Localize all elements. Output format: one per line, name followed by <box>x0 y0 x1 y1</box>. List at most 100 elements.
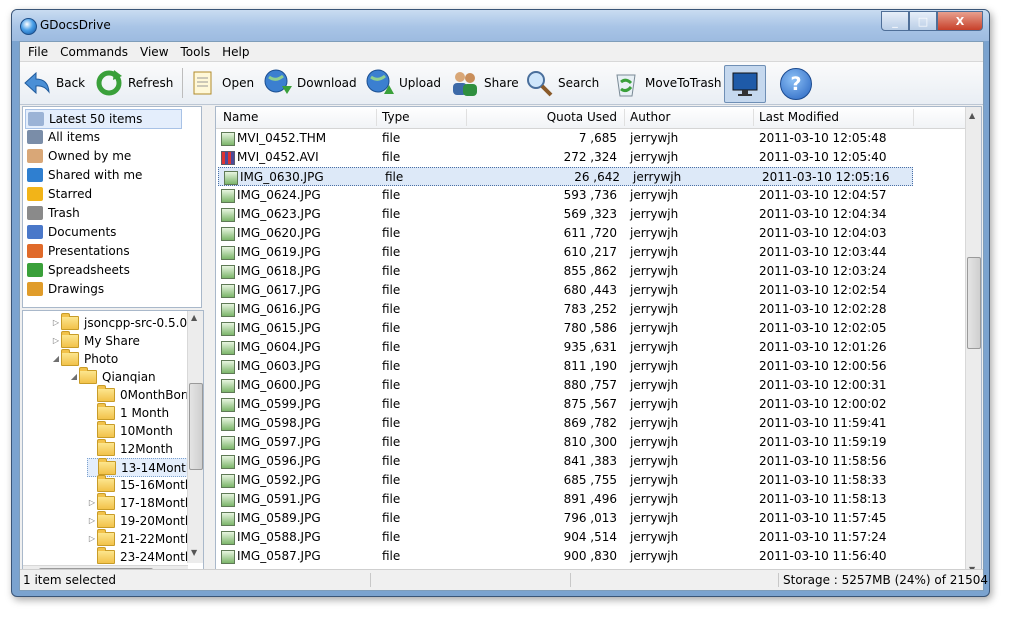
column-divider[interactable] <box>466 109 467 126</box>
tree-item[interactable]: 1 Month <box>87 402 169 421</box>
nav-item-label: Drawings <box>48 282 105 296</box>
expand-arrow-icon[interactable]: ◢ <box>51 354 61 363</box>
nav-item[interactable]: Latest 50 items <box>25 109 182 129</box>
view-toggle-button[interactable] <box>724 65 766 103</box>
file-row[interactable]: IMG_0618.JPG file 855 ,862 jerrywjh 2011-03-… <box>216 262 966 281</box>
nav-item[interactable]: Starred <box>25 185 180 203</box>
image-file-icon <box>221 322 235 336</box>
folder-icon <box>61 348 79 366</box>
expand-arrow-icon[interactable]: ◢ <box>69 372 79 381</box>
column-header-author[interactable]: Author <box>630 110 670 124</box>
file-row[interactable]: IMG_0599.JPG file 875 ,567 jerrywjh 2011-03-… <box>216 395 966 414</box>
window-title: GDocsDrive <box>40 18 111 32</box>
file-author: jerrywjh <box>630 188 679 202</box>
tree-item[interactable]: ◢ Qianqian <box>69 366 156 385</box>
menu-tools[interactable]: Tools <box>175 45 217 59</box>
tree-item-label: 19-20Month <box>120 513 193 528</box>
tree-item[interactable]: 15-16Month <box>87 474 192 493</box>
file-type: file <box>382 264 401 278</box>
list-scroll-thumb[interactable] <box>967 257 981 349</box>
tree-vertical-scrollbar[interactable]: ▲ ▼ <box>187 311 203 563</box>
search-button[interactable]: Search <box>524 66 599 100</box>
file-row[interactable]: IMG_0597.JPG file 810 ,300 jerrywjh 2011-03-… <box>216 433 966 452</box>
scroll-up-arrow-icon[interactable]: ▲ <box>969 111 975 120</box>
menu-view[interactable]: View <box>134 45 174 59</box>
column-divider[interactable] <box>913 109 914 126</box>
close-button[interactable]: X <box>937 11 983 31</box>
tree-item[interactable]: ▷ jsoncpp-src-0.5.0 <box>51 312 187 331</box>
minimize-button[interactable]: _ <box>881 11 909 31</box>
category-panel: Latest 50 items All items Owned by me Share… <box>22 106 202 308</box>
open-button[interactable]: Open <box>188 66 254 100</box>
nav-item[interactable]: Owned by me <box>25 147 180 165</box>
file-row[interactable]: IMG_0598.JPG file 869 ,782 jerrywjh 2011-03-… <box>216 414 966 433</box>
file-row[interactable]: IMG_0604.JPG file 935 ,631 jerrywjh 2011-03-… <box>216 338 966 357</box>
file-row[interactable]: MVI_0452.THM file 7 ,685 jerrywjh 2011-03-10… <box>216 129 966 148</box>
column-header-modified[interactable]: Last Modified <box>759 110 839 124</box>
expand-arrow-icon[interactable]: ▷ <box>87 534 97 543</box>
tree-item[interactable]: 12Month <box>87 438 173 457</box>
tree-item[interactable]: 10Month <box>87 420 173 439</box>
tree-item[interactable]: 23-24Month <box>87 546 192 565</box>
tree-item[interactable]: ▷ 19-20Month <box>87 510 193 529</box>
file-row[interactable]: IMG_0587.JPG file 900 ,830 jerrywjh 2011-03-… <box>216 547 966 566</box>
column-divider[interactable] <box>753 109 754 126</box>
file-row[interactable]: MVI_0452.AVI file 272 ,324 jerrywjh 2011-03-… <box>216 148 966 167</box>
column-header-type[interactable]: Type <box>382 110 410 124</box>
menu-commands[interactable]: Commands <box>54 45 134 59</box>
menu-file[interactable]: File <box>22 45 54 59</box>
refresh-button[interactable]: Refresh <box>94 66 173 100</box>
column-header-quota[interactable]: Quota Used <box>516 110 617 124</box>
download-button[interactable]: Download <box>263 66 357 100</box>
expand-arrow-icon[interactable]: ▷ <box>51 318 61 327</box>
file-modified: 2011-03-10 11:56:40 <box>759 549 887 563</box>
file-row[interactable]: IMG_0620.JPG file 611 ,720 jerrywjh 2011-03-… <box>216 224 966 243</box>
expand-arrow-icon[interactable]: ▷ <box>87 516 97 525</box>
tree-item[interactable]: 0MonthBorn <box>87 384 193 403</box>
column-header-name[interactable]: Name <box>223 110 258 124</box>
file-author: jerrywjh <box>630 511 679 525</box>
back-button[interactable]: Back <box>22 66 85 100</box>
nav-item[interactable]: Trash <box>25 204 180 222</box>
help-icon[interactable]: ? <box>780 68 812 100</box>
file-quota: 841 ,383 <box>563 454 617 468</box>
file-row[interactable]: IMG_0596.JPG file 841 ,383 jerrywjh 2011-03-… <box>216 452 966 471</box>
folder-icon <box>61 312 79 330</box>
file-row[interactable]: IMG_0619.JPG file 610 ,217 jerrywjh 2011-03-… <box>216 243 966 262</box>
file-row[interactable]: IMG_0588.JPG file 904 ,514 jerrywjh 2011-03-… <box>216 528 966 547</box>
file-row[interactable]: IMG_0600.JPG file 880 ,757 jerrywjh 2011-03-… <box>216 376 966 395</box>
list-vertical-scrollbar[interactable]: ▲ ▼ <box>965 107 981 581</box>
file-row[interactable]: IMG_0603.JPG file 811 ,190 jerrywjh 2011-03-… <box>216 357 966 376</box>
expand-arrow-icon[interactable]: ▷ <box>51 336 61 345</box>
file-row[interactable]: IMG_0591.JPG file 891 ,496 jerrywjh 2011-03-… <box>216 490 966 509</box>
nav-item[interactable]: Drawings <box>25 280 180 298</box>
file-row[interactable]: IMG_0616.JPG file 783 ,252 jerrywjh 2011-03-… <box>216 300 966 319</box>
file-row[interactable]: IMG_0592.JPG file 685 ,755 jerrywjh 2011-03-… <box>216 471 966 490</box>
tree-item[interactable]: ◢ Photo <box>51 348 118 367</box>
nav-item[interactable]: Presentations <box>25 242 180 260</box>
tree-item[interactable]: ▷ 21-22Month <box>87 528 192 547</box>
nav-item[interactable]: Shared with me <box>25 166 180 184</box>
scroll-up-arrow-icon[interactable]: ▲ <box>191 313 197 322</box>
nav-item[interactable]: Spreadsheets <box>25 261 180 279</box>
share-button[interactable]: Share <box>450 66 519 100</box>
upload-button[interactable]: Upload <box>365 66 441 100</box>
maximize-button[interactable]: □ <box>909 11 937 31</box>
nav-item[interactable]: Documents <box>25 223 180 241</box>
move-to-trash-button[interactable]: MoveToTrash <box>611 66 722 100</box>
file-row[interactable]: IMG_0630.JPG file 26 ,642 jerrywjh 2011-03-1… <box>218 167 913 186</box>
tree-item[interactable]: ▷ My Share <box>51 330 140 349</box>
file-row[interactable]: IMG_0623.JPG file 569 ,323 jerrywjh 2011-03-… <box>216 205 966 224</box>
tree-scroll-thumb[interactable] <box>189 383 203 470</box>
file-row[interactable]: IMG_0589.JPG file 796 ,013 jerrywjh 2011-03-… <box>216 509 966 528</box>
tree-item[interactable]: ▷ 17-18Month <box>87 492 192 511</box>
column-divider[interactable] <box>624 109 625 126</box>
expand-arrow-icon[interactable]: ▷ <box>87 498 97 507</box>
nav-item[interactable]: All items <box>25 128 180 146</box>
file-row[interactable]: IMG_0624.JPG file 593 ,736 jerrywjh 2011-03-… <box>216 186 966 205</box>
menu-help[interactable]: Help <box>216 45 255 59</box>
column-divider[interactable] <box>376 109 377 126</box>
scroll-down-arrow-icon[interactable]: ▼ <box>191 548 197 557</box>
file-row[interactable]: IMG_0615.JPG file 780 ,586 jerrywjh 2011-03-… <box>216 319 966 338</box>
file-row[interactable]: IMG_0617.JPG file 680 ,443 jerrywjh 2011-03-… <box>216 281 966 300</box>
